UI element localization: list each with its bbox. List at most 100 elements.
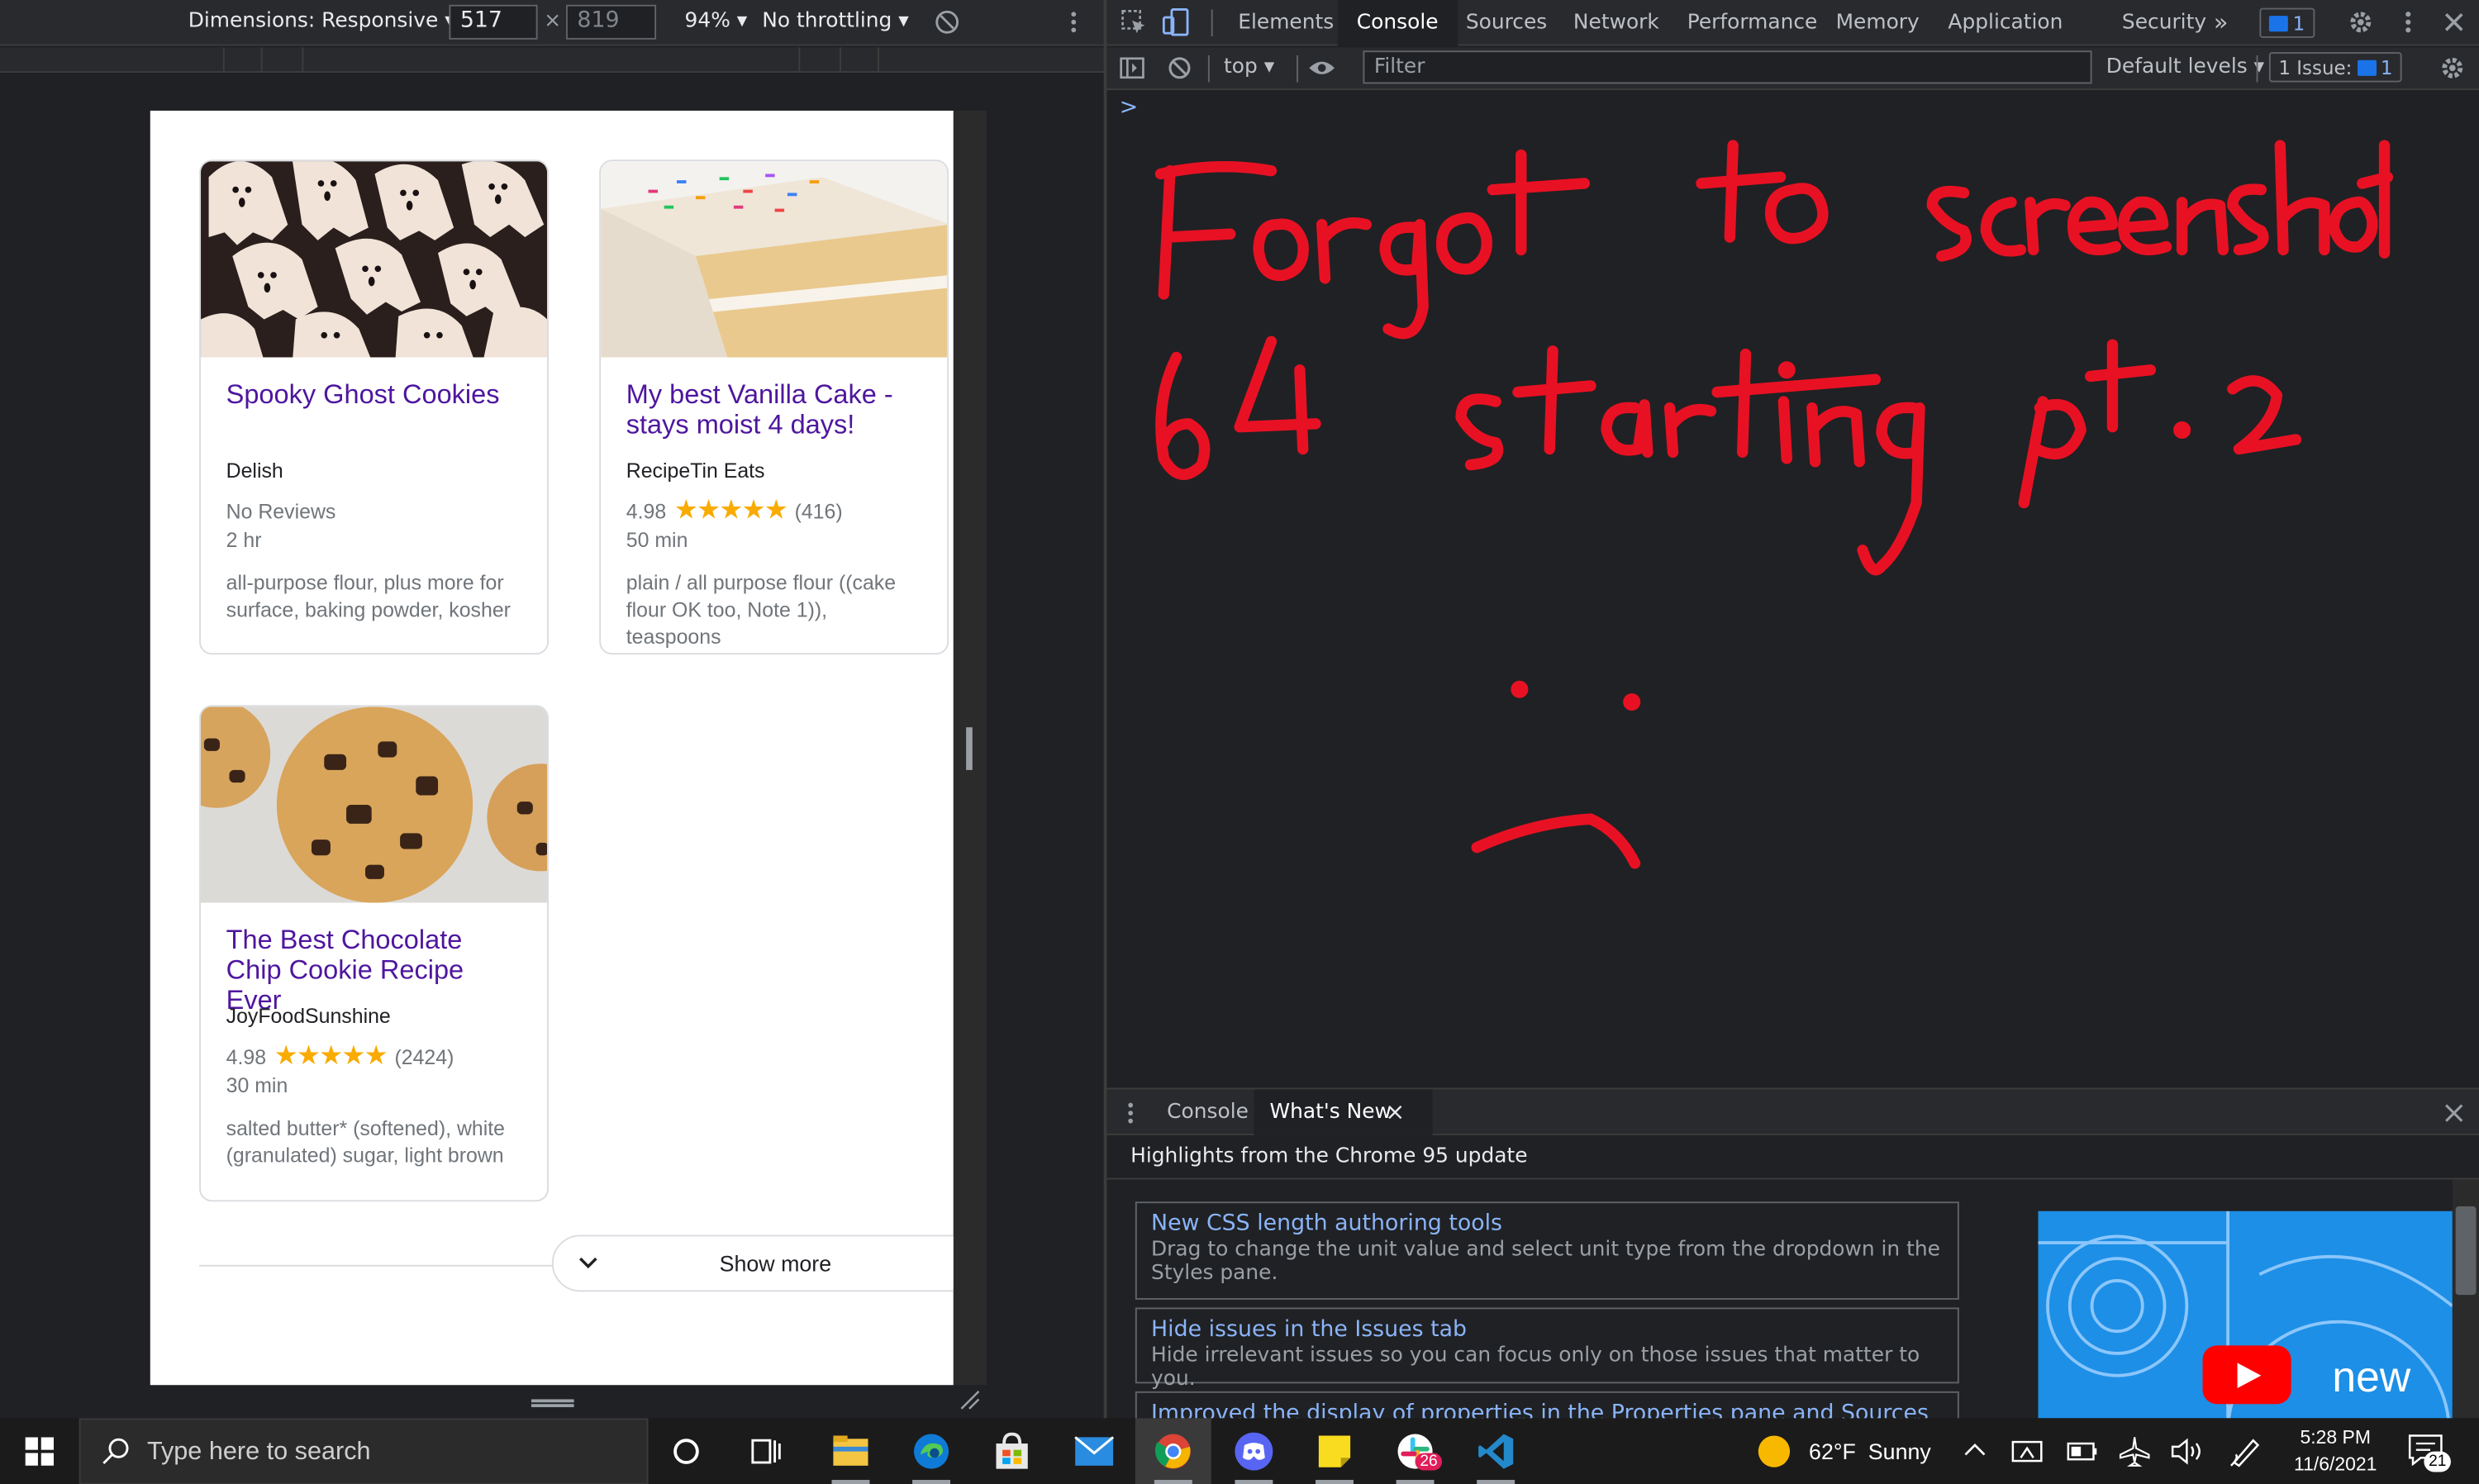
tab-console[interactable]: Console	[1337, 0, 1458, 46]
recipe-title[interactable]: My best Vanilla Cake - stays moist 4 day…	[626, 379, 922, 459]
news-title[interactable]: Hide issues in the Issues tab	[1151, 1315, 1944, 1344]
news-description: Drag to change the unit value and select…	[1151, 1238, 1940, 1286]
tab-memory[interactable]: Memory	[1817, 0, 1939, 45]
toolbar-separator	[2256, 55, 2258, 83]
microsoft-store-app[interactable]	[974, 1418, 1050, 1484]
edge-icon	[914, 1434, 949, 1469]
messages-badge[interactable]: 1	[2259, 7, 2315, 38]
recipe-card-chocolate-chip[interactable]: The Best Chocolate Chip Cookie Recipe Ev…	[199, 705, 549, 1202]
recipe-card-vanilla-cake[interactable]: My best Vanilla Cake - stays moist 4 day…	[599, 159, 949, 655]
more-tabs-button[interactable]: »	[2195, 0, 2248, 45]
recipe-ingredients: salted butter* (softened), white (granul…	[226, 1115, 506, 1168]
issues-button[interactable]: 1 Issue: 1	[2268, 52, 2402, 83]
throttling-dropdown[interactable]: No throttling ▾	[762, 9, 908, 33]
pen-workspace-icon[interactable]	[2229, 1435, 2261, 1467]
slack-app[interactable]: 26	[1377, 1418, 1454, 1484]
news-item-hide-issues[interactable]: Hide issues in the Issues tab Hide irrel…	[1135, 1307, 1959, 1391]
tab-elements[interactable]: Elements	[1219, 0, 1353, 45]
message-icon	[2268, 15, 2288, 31]
notification-count: 21	[2424, 1451, 2452, 1472]
log-levels-dropdown[interactable]: Default levels ▾	[2106, 55, 2264, 79]
drawer-menu-icon[interactable]	[1125, 1101, 1135, 1126]
close-devtools-icon[interactable]	[2440, 8, 2468, 36]
device-toolbar-icon[interactable]	[1162, 8, 1190, 36]
windows-start-icon[interactable]	[25, 1437, 55, 1466]
show-hidden-icons-chevron-icon[interactable]	[1964, 1442, 1987, 1458]
show-more-label: Show more	[719, 1250, 832, 1277]
corner-resize-handle[interactable]	[959, 1388, 981, 1410]
drawer-tab-whats-new[interactable]: What's New	[1254, 1089, 1433, 1135]
tab-network[interactable]: Network	[1554, 0, 1678, 45]
close-tab-icon[interactable]: ×	[1385, 1097, 1405, 1125]
clear-console-icon[interactable]	[1165, 54, 1193, 82]
action-center-button[interactable]: 21	[2408, 1434, 2452, 1472]
tab-performance[interactable]: Performance	[1668, 0, 1837, 45]
news-item-properties-display[interactable]: Improved the display of properties in th…	[1135, 1391, 1959, 1419]
rating-value: 4.98	[626, 498, 667, 523]
airplane-mode-icon[interactable]	[2119, 1435, 2150, 1467]
show-more-button[interactable]: Show more	[551, 1234, 954, 1292]
zoom-dropdown[interactable]: 94% ▾	[685, 9, 748, 33]
customize-menu-icon[interactable]	[2394, 8, 2422, 36]
close-drawer-icon[interactable]	[2443, 1102, 2465, 1125]
volume-icon[interactable]	[2169, 1435, 2204, 1467]
taskbar-search-box[interactable]: Type here to search	[79, 1418, 649, 1484]
context-label: top	[1224, 55, 1258, 79]
news-item-css-length[interactable]: New CSS length authoring tools Drag to c…	[1135, 1201, 1959, 1300]
news-title[interactable]: Improved the display of properties in th…	[1151, 1399, 1944, 1418]
recipe-time: 2 hr	[226, 528, 262, 552]
chrome-app[interactable]	[1135, 1418, 1211, 1484]
issues-count: 1	[2380, 55, 2393, 78]
more-options-icon[interactable]	[1066, 9, 1082, 35]
system-clock[interactable]: 5:28 PM 11/6/2021	[2285, 1425, 2386, 1478]
search-icon	[102, 1438, 129, 1464]
edge-app[interactable]	[893, 1418, 969, 1484]
chocolate-chip-cookie-image	[201, 706, 548, 903]
sticky-notes-app[interactable]	[1297, 1418, 1373, 1484]
toolbar-separator	[1211, 9, 1213, 37]
recipe-title[interactable]: Spooky Ghost Cookies	[226, 379, 522, 459]
news-description: Hide irrelevant issues so you can focus …	[1151, 1344, 1920, 1391]
rotate-icon[interactable]	[935, 9, 960, 35]
console-settings-icon[interactable]	[2439, 54, 2467, 82]
width-resize-handle[interactable]	[966, 727, 973, 770]
youtube-play-icon[interactable]	[2202, 1345, 2291, 1405]
show-sidebar-icon[interactable]	[1118, 54, 1146, 82]
video-caption: new	[2332, 1353, 2411, 1401]
height-input[interactable]: 819	[566, 4, 657, 40]
scrollbar-thumb[interactable]	[2455, 1206, 2477, 1296]
recipe-card-ghost-cookies[interactable]: Spooky Ghost Cookies Delish No Reviews 2…	[199, 159, 549, 655]
media-query-ruler[interactable]	[0, 47, 1104, 74]
tab-sources[interactable]: Sources	[1447, 0, 1566, 45]
vscode-app[interactable]	[1458, 1418, 1534, 1484]
file-explorer-app[interactable]	[813, 1418, 889, 1484]
news-title[interactable]: New CSS length authoring tools	[1151, 1210, 1944, 1238]
discord-app[interactable]	[1216, 1418, 1292, 1484]
height-resize-handle[interactable]	[531, 1399, 574, 1408]
cortana-icon[interactable]	[672, 1437, 700, 1465]
store-bag-icon	[996, 1432, 1028, 1469]
clock-time: 5:28 PM	[2300, 1425, 2371, 1448]
battery-icon[interactable]	[2067, 1440, 2098, 1463]
tab-application[interactable]: Application	[1929, 0, 2082, 45]
inspect-element-icon[interactable]	[1120, 8, 1148, 36]
filter-input[interactable]: Filter	[1363, 50, 2092, 84]
rating-value: 4.98	[226, 1044, 267, 1068]
recipe-time: 50 min	[626, 528, 688, 552]
mail-app[interactable]	[1054, 1418, 1130, 1484]
task-view-icon[interactable]	[751, 1437, 783, 1465]
recipe-title[interactable]: The Best Chocolate Chip Cookie Recipe Ev…	[226, 925, 522, 1015]
weather-text: 62°F Sunny	[1809, 1439, 1931, 1464]
dimensions-dropdown[interactable]: Dimensions: Responsive ▾	[188, 9, 455, 33]
console-output[interactable]: >	[1106, 91, 2479, 1088]
width-input[interactable]: 517	[449, 4, 538, 40]
whats-new-video-thumbnail[interactable]: new	[2038, 1211, 2453, 1419]
context-selector[interactable]: top ▾	[1224, 55, 1274, 79]
live-expression-eye-icon[interactable]	[1307, 54, 1335, 82]
meet-now-icon[interactable]	[2011, 1437, 2043, 1465]
drawer-scrollbar[interactable]	[2452, 1179, 2479, 1419]
drawer-tab-console[interactable]: Console	[1151, 1089, 1264, 1134]
star-icons: ★★★★★	[673, 494, 788, 526]
folder-icon	[833, 1435, 868, 1466]
settings-gear-icon[interactable]	[2347, 8, 2375, 36]
